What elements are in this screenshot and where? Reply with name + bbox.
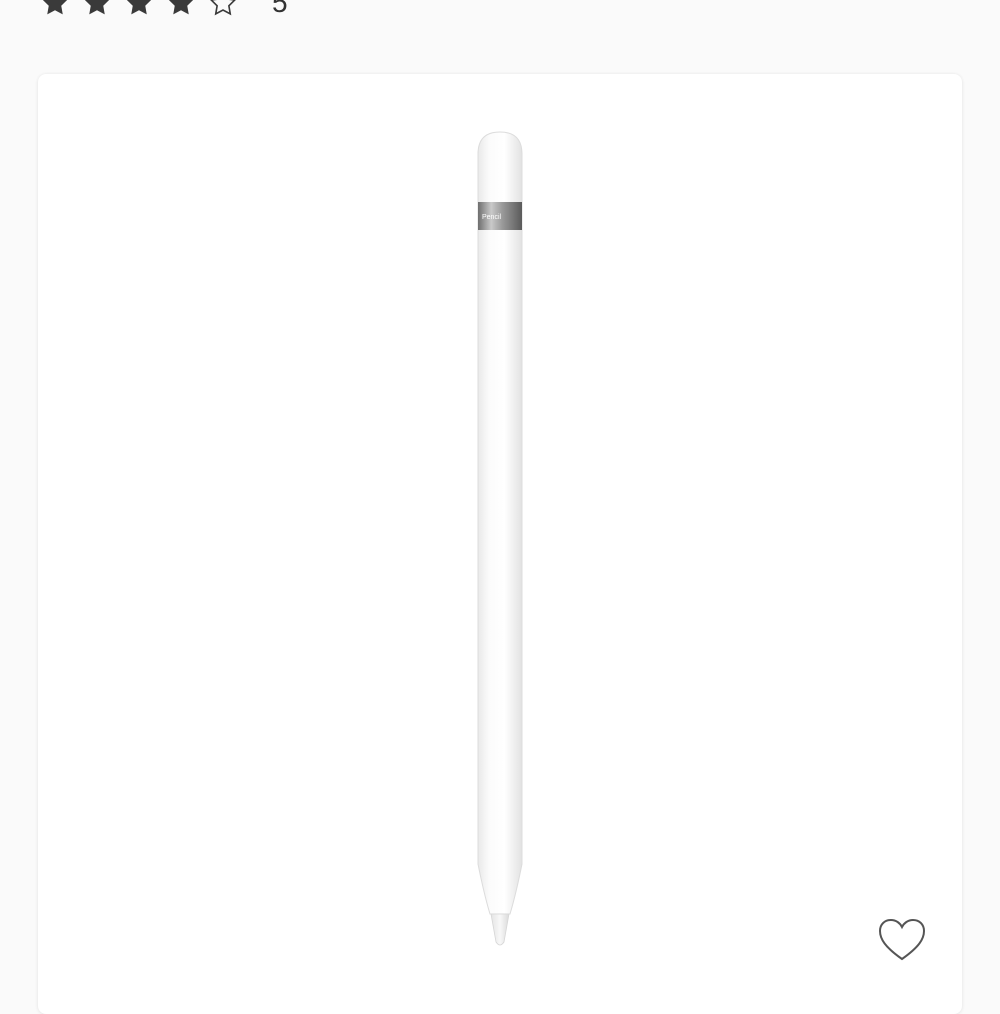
star-filled-icon — [82, 0, 124, 20]
heart-outline-icon — [878, 918, 926, 961]
product-card[interactable]: Pencil — [38, 74, 962, 1014]
favorite-button[interactable] — [874, 914, 930, 966]
star-filled-icon — [124, 0, 166, 20]
star-empty-icon — [208, 0, 250, 20]
star-filled-icon — [40, 0, 82, 20]
star-filled-icon — [166, 0, 208, 20]
rating-row[interactable]: 5 — [40, 0, 288, 20]
rating-count: 5 — [272, 0, 288, 18]
stylus-pencil-image: Pencil — [477, 131, 523, 946]
pencil-band-text: Pencil — [482, 214, 502, 221]
